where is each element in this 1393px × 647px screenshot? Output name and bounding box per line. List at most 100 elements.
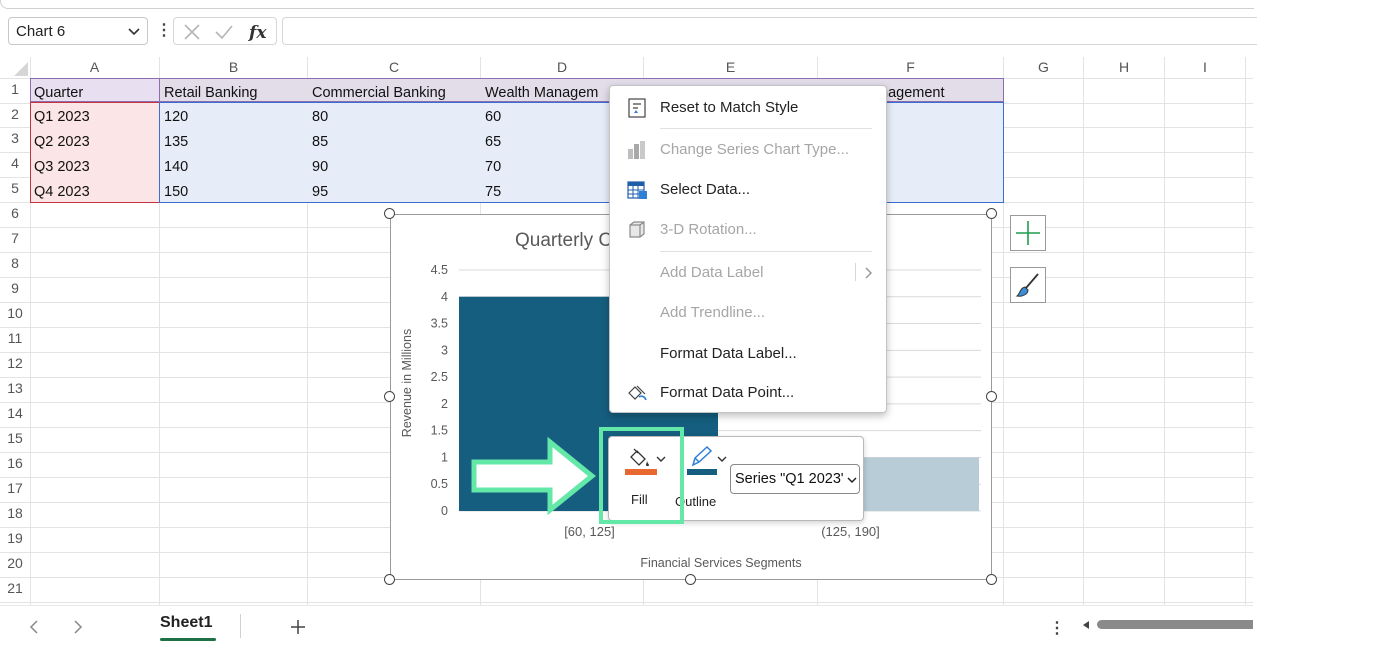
menu-item-add-data-label[interactable]: Add Data Label [610, 253, 886, 293]
row-header-14[interactable]: 14 [0, 405, 30, 421]
column-header-b[interactable]: B [160, 57, 307, 78]
resize-handle-bottom-right[interactable] [986, 574, 997, 585]
row-header-7[interactable]: 7 [0, 230, 30, 246]
sheet-tab-sheet1[interactable]: Sheet1 [148, 605, 232, 643]
cell-a5[interactable]: Q4 2023 [34, 184, 90, 200]
menu-item-change-chart-type[interactable]: Change Series Chart Type... [610, 130, 886, 170]
column-header-i[interactable]: I [1165, 57, 1245, 78]
cell-b2[interactable]: 120 [164, 109, 188, 125]
row-header-17[interactable]: 17 [0, 480, 30, 496]
column-header-h[interactable]: H [1084, 57, 1164, 78]
scrollbar-thumb[interactable] [1097, 620, 1253, 629]
chart-styles-button[interactable] [1010, 267, 1046, 303]
cell-d5[interactable]: 75 [485, 184, 501, 200]
outline-button[interactable]: Outline [675, 441, 731, 513]
cancel-icon[interactable] [183, 23, 201, 41]
chevron-down-icon[interactable] [847, 476, 857, 484]
cell-b1[interactable]: Retail Banking [164, 85, 258, 101]
menu-item-format-data-label[interactable]: Format Data Label... [610, 334, 886, 374]
row-header-20[interactable]: 20 [0, 555, 30, 571]
cell-d1[interactable]: Wealth Managem [485, 85, 598, 101]
plus-icon [1016, 221, 1040, 245]
series-select-value: Series "Q1 2023" [735, 471, 847, 487]
chart-elements-button[interactable] [1010, 215, 1046, 251]
enter-icon[interactable] [214, 23, 234, 41]
scroll-left-icon[interactable] [1081, 620, 1091, 630]
resize-handle-left[interactable] [384, 391, 395, 402]
column-header-f[interactable]: F [818, 57, 1003, 78]
menu-item-3d-rotation[interactable]: 3-D Rotation... [610, 210, 886, 250]
resize-handle-top-left[interactable] [384, 208, 395, 219]
insert-function-icon[interactable]: fx [247, 20, 271, 44]
cell-a4[interactable]: Q3 2023 [34, 159, 90, 175]
column-header-a[interactable]: A [30, 57, 159, 78]
row-header-4[interactable]: 4 [0, 155, 30, 171]
series-select[interactable]: Series "Q1 2023" [730, 464, 860, 494]
more-options-icon[interactable]: ⋮ [156, 20, 172, 40]
column-header-c[interactable]: C [308, 57, 480, 78]
cell-a2[interactable]: Q1 2023 [34, 109, 90, 125]
row-header-18[interactable]: 18 [0, 505, 30, 521]
cell-d2[interactable]: 60 [485, 109, 501, 125]
column-header-d[interactable]: D [481, 57, 643, 78]
add-sheet-icon[interactable] [289, 618, 307, 636]
row-header-9[interactable]: 9 [0, 280, 30, 296]
menu-item-reset-style[interactable]: Reset to Match Style [610, 88, 886, 128]
row-header-16[interactable]: 16 [0, 455, 30, 471]
horizontal-scrollbar[interactable] [1079, 617, 1253, 633]
row-header-19[interactable]: 19 [0, 530, 30, 546]
row-header-1[interactable]: 1 [0, 81, 30, 97]
row-header-12[interactable]: 12 [0, 355, 30, 371]
menu-item-select-data[interactable]: Select Data... [610, 170, 886, 210]
y-axis-title[interactable]: Revenue in Millions [400, 329, 414, 437]
cell-f1[interactable]: nagement [880, 85, 945, 101]
chevron-down-icon[interactable] [127, 24, 141, 38]
row-header-6[interactable]: 6 [0, 205, 30, 221]
formula-input[interactable] [282, 17, 1257, 45]
cell-c2[interactable]: 80 [312, 109, 328, 125]
more-options-icon[interactable]: ⋮ [1049, 618, 1065, 638]
cell-a3[interactable]: Q2 2023 [34, 134, 90, 150]
x-tick-label: (125, 190] [821, 524, 880, 539]
name-box[interactable]: Chart 6 [8, 17, 148, 45]
row-header-13[interactable]: 13 [0, 380, 30, 396]
select-all-icon[interactable] [14, 62, 28, 76]
resize-handle-bottom[interactable] [685, 574, 696, 585]
svg-text:fx: fx [248, 23, 267, 43]
x-axis-title[interactable]: Financial Services Segments [640, 556, 801, 570]
cell-c5[interactable]: 95 [312, 184, 328, 200]
cell-a1[interactable]: Quarter [34, 85, 83, 101]
cell-c1[interactable]: Commercial Banking [312, 85, 446, 101]
formula-buttons: fx [173, 17, 277, 45]
column-header-e[interactable]: E [644, 57, 817, 78]
cell-b4[interactable]: 140 [164, 159, 188, 175]
column-header-g[interactable]: G [1004, 57, 1083, 78]
chart-type-icon [628, 141, 645, 159]
resize-handle-bottom-left[interactable] [384, 574, 395, 585]
paintbrush-icon [1015, 273, 1039, 297]
cell-c4[interactable]: 90 [312, 159, 328, 175]
row-header-8[interactable]: 8 [0, 255, 30, 271]
resize-handle-top-right[interactable] [986, 208, 997, 219]
cell-d4[interactable]: 70 [485, 159, 501, 175]
row-header-5[interactable]: 5 [0, 180, 30, 196]
chart-title[interactable]: Quarterly C [515, 230, 612, 251]
chevron-left-icon[interactable] [28, 619, 40, 635]
row-header-11[interactable]: 11 [0, 330, 30, 346]
row-header-15[interactable]: 15 [0, 430, 30, 446]
cell-c3[interactable]: 85 [312, 134, 328, 150]
chevron-right-icon[interactable] [864, 266, 874, 280]
y-tick-label: 0.5 [431, 477, 448, 491]
cell-b3[interactable]: 135 [164, 134, 188, 150]
chevron-right-icon[interactable] [72, 619, 84, 635]
row-header-21[interactable]: 21 [0, 580, 30, 596]
cell-d3[interactable]: 65 [485, 134, 501, 150]
resize-handle-right[interactable] [986, 391, 997, 402]
row-header-3[interactable]: 3 [0, 130, 30, 146]
cell-b5[interactable]: 150 [164, 184, 188, 200]
chevron-down-icon[interactable] [717, 455, 727, 463]
row-header-10[interactable]: 10 [0, 305, 30, 321]
menu-item-format-data-point[interactable]: Format Data Point... [610, 373, 886, 413]
menu-item-add-trendline[interactable]: Add Trendline... [610, 293, 886, 333]
row-header-2[interactable]: 2 [0, 106, 30, 122]
